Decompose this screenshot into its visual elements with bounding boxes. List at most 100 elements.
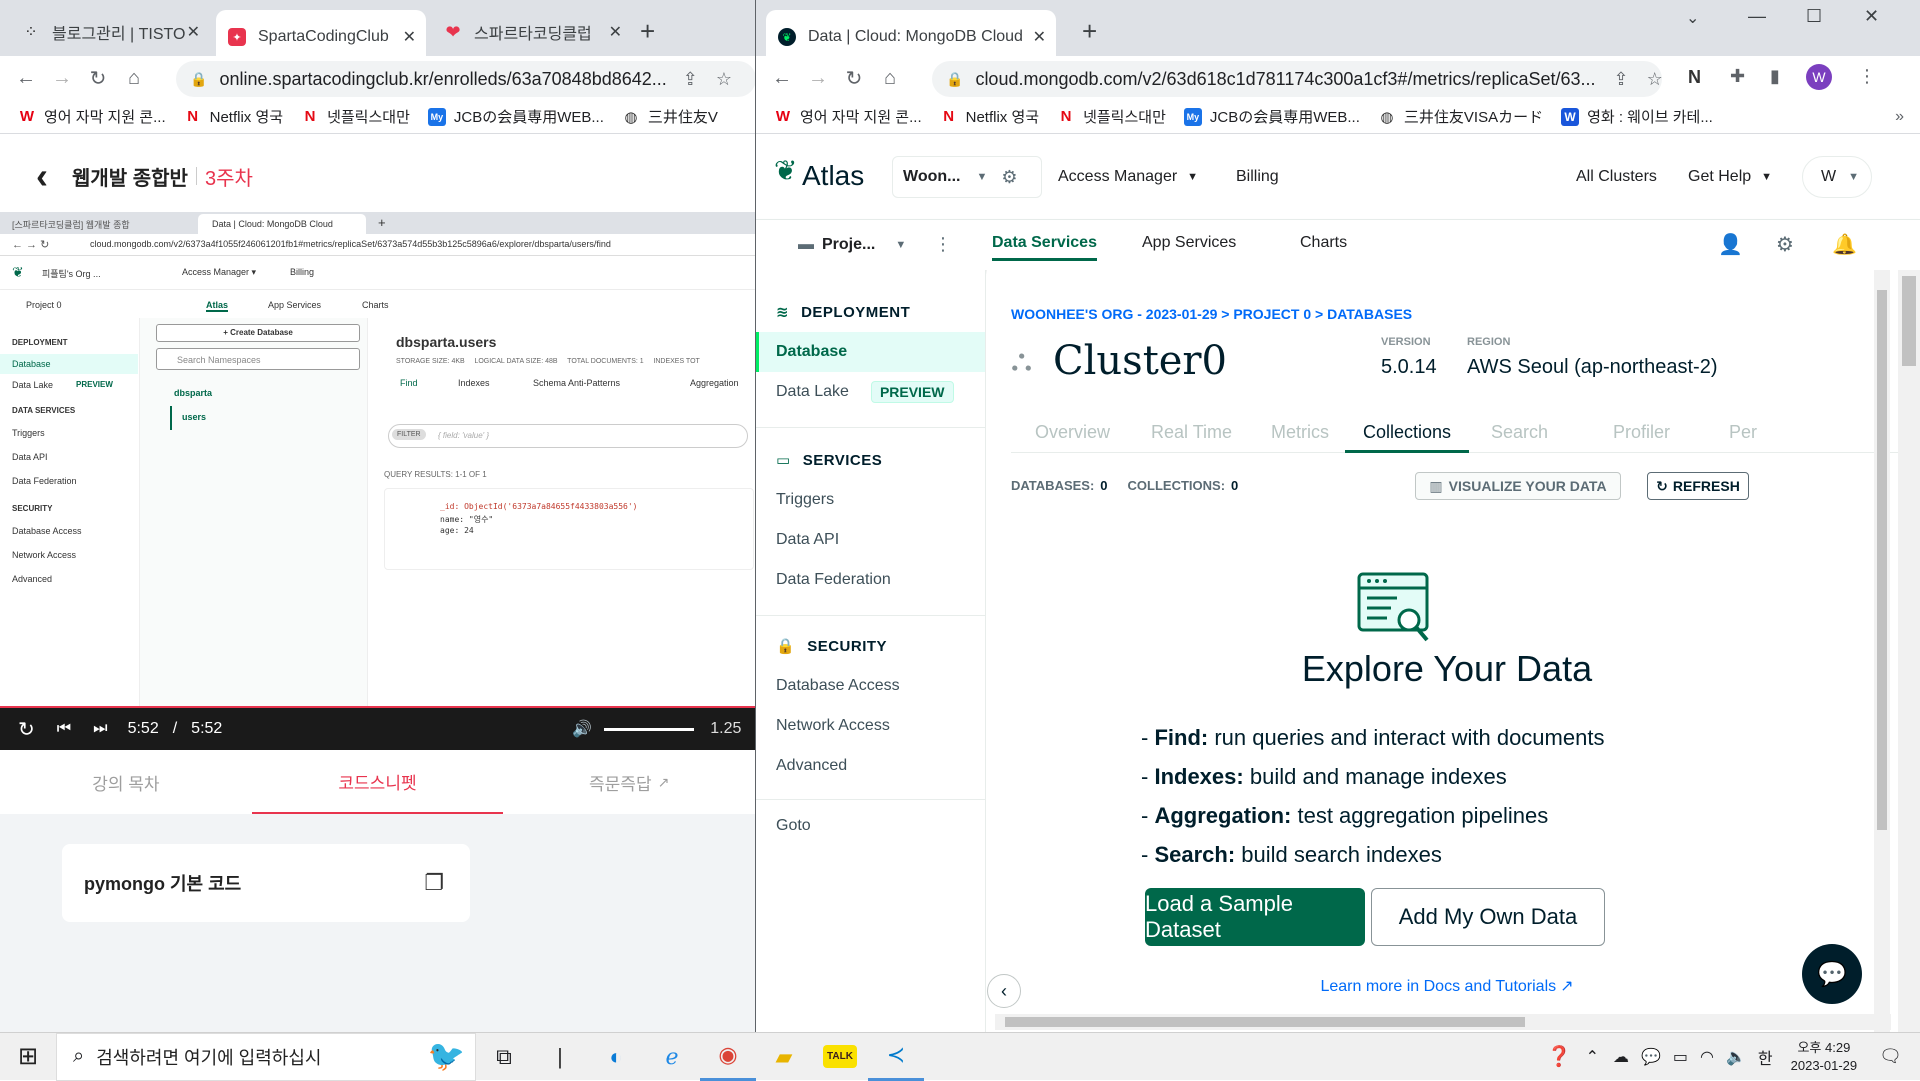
ime-indicator[interactable]: 한 [1758, 1045, 1773, 1069]
close-icon[interactable]: ✕ [609, 22, 622, 42]
tab-collections[interactable]: Collections [1345, 410, 1469, 453]
collapse-sidebar-button[interactable]: ‹ [987, 974, 1021, 1008]
cloud-icon[interactable]: ☁ [1613, 1047, 1629, 1067]
sidebar-item-advanced[interactable]: Advanced [756, 746, 985, 786]
tab-real-time[interactable]: Real Time [1151, 422, 1232, 443]
atlas-logo[interactable]: Atlas [802, 160, 864, 192]
bookmark-item[interactable]: W 영어 자막 지원 콘... [774, 106, 922, 127]
bookmark-item[interactable]: N Netflix 영국 [940, 106, 1039, 127]
load-sample-dataset-button[interactable]: Load a Sample Dataset [1145, 888, 1365, 946]
tab-search[interactable]: Search [1491, 422, 1548, 443]
tab-performance[interactable]: Per [1729, 422, 1757, 443]
share-icon[interactable]: ⇪ [683, 69, 698, 90]
user-menu[interactable]: W ▼ [1802, 156, 1872, 198]
billing-link[interactable]: Billing [1236, 168, 1279, 186]
playback-speed[interactable]: 1.25 [710, 720, 741, 738]
window-close-icon[interactable]: ✕ [1864, 6, 1879, 27]
battery-icon[interactable]: ▭ [1673, 1047, 1688, 1067]
notification-icon[interactable]: 🗨 [1879, 1046, 1902, 1067]
bookmark-item[interactable]: ◍ 三井住友V [622, 106, 718, 127]
bookmark-item[interactable]: My JCBの会員専用WEB... [1183, 106, 1360, 127]
extension-n-icon[interactable]: N [1688, 67, 1701, 88]
breadcrumb[interactable]: WOONHEE'S ORG - 2023-01-29 > PROJECT 0 >… [1011, 306, 1412, 322]
tab-overview[interactable]: Overview [1035, 422, 1110, 443]
star-icon[interactable]: ☆ [716, 69, 732, 90]
all-clusters-link[interactable]: All Clusters [1576, 168, 1657, 186]
tab-qna[interactable]: 즉문즉답 ↗ [503, 750, 755, 814]
nav-data-services[interactable]: Data Services [992, 234, 1097, 261]
new-tab-button[interactable]: + [1082, 16, 1097, 47]
replay-icon[interactable]: ↻ [18, 717, 35, 742]
reload-icon[interactable]: ↻ [80, 60, 116, 96]
copy-icon[interactable]: ❐ [424, 870, 444, 896]
tab-lecture-list[interactable]: 강의 목차 [0, 750, 252, 814]
chat-tray-icon[interactable]: 💬 [1641, 1047, 1661, 1067]
minimize-icon[interactable]: — [1748, 6, 1766, 27]
next-icon[interactable]: ⏭ [93, 720, 107, 738]
sidebar-item-database[interactable]: Database [756, 332, 985, 372]
windows-start-icon[interactable]: ⊞ [0, 1033, 56, 1081]
bookmark-item[interactable]: N 넷플릭스대만 [1057, 106, 1166, 127]
task-view-icon[interactable]: ⧉ [476, 1033, 532, 1081]
reload-icon[interactable]: ↻ [836, 60, 872, 96]
bookmark-item[interactable]: W 영화 : 웨이브 카테... [1561, 106, 1713, 127]
more-vertical-icon[interactable]: ⋮ [934, 234, 952, 255]
vscode-icon[interactable]: ≺ [868, 1033, 924, 1081]
chevron-up-icon[interactable]: ⌃ [1586, 1047, 1599, 1067]
tab-metrics[interactable]: Metrics [1271, 422, 1329, 443]
page-scrollbar[interactable] [1898, 270, 1920, 1032]
project-selector[interactable]: ▬ Proje... ▼ [798, 236, 906, 254]
sidebar-item-goto[interactable]: Goto [756, 806, 985, 846]
share-icon[interactable]: ⇪ [1614, 69, 1629, 90]
profile-avatar[interactable]: W [1806, 64, 1832, 90]
edge-icon[interactable]: ◐ [588, 1033, 644, 1081]
bookmark-item[interactable]: ◍ 三井住友VISAカード [1378, 106, 1543, 127]
sidebar-item-data-api[interactable]: Data API [756, 520, 985, 560]
sidebar-item-data-lake[interactable]: Data Lake PREVIEW [756, 372, 985, 412]
volume-icon[interactable]: 🔈 [1726, 1047, 1746, 1067]
chrome-icon[interactable]: ◉ [700, 1033, 756, 1081]
horizontal-scrollbar[interactable] [995, 1014, 1891, 1030]
menu-icon[interactable]: ⋮ [1858, 66, 1876, 87]
gear-icon[interactable]: ⚙ [1001, 167, 1017, 188]
new-tab-button[interactable]: + [640, 16, 655, 47]
visualize-data-button[interactable]: ▥ VISUALIZE YOUR DATA [1415, 472, 1621, 500]
bookmark-item[interactable]: N Netflix 영국 [184, 106, 283, 127]
bell-icon[interactable]: 🔔 [1832, 232, 1857, 257]
close-icon[interactable]: ✕ [187, 22, 200, 42]
back-arrow-icon[interactable]: ‹ [36, 155, 48, 197]
get-help-menu[interactable]: Get Help ▼ [1688, 168, 1772, 186]
refresh-button[interactable]: ↻ REFRESH [1647, 472, 1749, 500]
address-bar[interactable]: 🔒 online.spartacodingclub.kr/enrolleds/6… [176, 61, 755, 97]
taskbar-search[interactable]: ⌕ 검색하려면 여기에 입력하십시 🐦 [56, 1032, 476, 1081]
more-bookmarks-icon[interactable]: » [1895, 108, 1904, 126]
tab-sparta-2[interactable]: ❤ 스파르타코딩클럽 ✕ [432, 12, 632, 52]
nav-app-services[interactable]: App Services [1142, 234, 1236, 252]
sidebar-item-triggers[interactable]: Triggers [756, 480, 985, 520]
volume-icon[interactable]: 🔊 [572, 719, 592, 739]
home-icon[interactable]: ⌂ [116, 60, 152, 96]
chat-support-button[interactable]: 💬 [1802, 944, 1862, 1004]
side-panel-icon[interactable]: ▮ [1770, 66, 1780, 87]
learn-more-link[interactable]: Learn more in Docs and Tutorials ↗ [987, 976, 1907, 996]
help-icon[interactable]: ❓ [1547, 1044, 1572, 1069]
bookmark-item[interactable]: My JCBの会員専用WEB... [427, 106, 604, 127]
address-bar[interactable]: 🔒 cloud.mongodb.com/v2/63d618c1d781174c3… [932, 61, 1662, 97]
tab-tistory[interactable]: ⁘ 블로그관리 | TISTO ✕ [10, 12, 210, 52]
bookmark-item[interactable]: W 영어 자막 지원 콘... [18, 106, 166, 127]
forward-icon[interactable]: → [44, 60, 80, 96]
tab-code-snippet[interactable]: 코드스니펫 [251, 750, 504, 814]
nav-charts[interactable]: Charts [1300, 234, 1347, 252]
vertical-scrollbar[interactable] [1874, 270, 1890, 1032]
invite-user-icon[interactable]: 👤 [1718, 232, 1743, 257]
star-icon[interactable]: ☆ [1647, 69, 1662, 90]
volume-slider[interactable] [604, 727, 695, 731]
tab-search-icon[interactable]: ⌄ [1686, 8, 1699, 28]
internet-explorer-icon[interactable]: ℯ [644, 1033, 700, 1081]
clock[interactable]: 오후 4:29 2023-01-29 [1791, 1039, 1858, 1075]
org-selector[interactable]: Woon... ▼ ⚙ [892, 156, 1042, 198]
sidebar-item-database-access[interactable]: Database Access [756, 666, 985, 706]
prev-icon[interactable]: ⏮ [57, 720, 71, 738]
add-own-data-button[interactable]: Add My Own Data [1371, 888, 1605, 946]
wifi-icon[interactable]: ◠ [1700, 1047, 1714, 1067]
